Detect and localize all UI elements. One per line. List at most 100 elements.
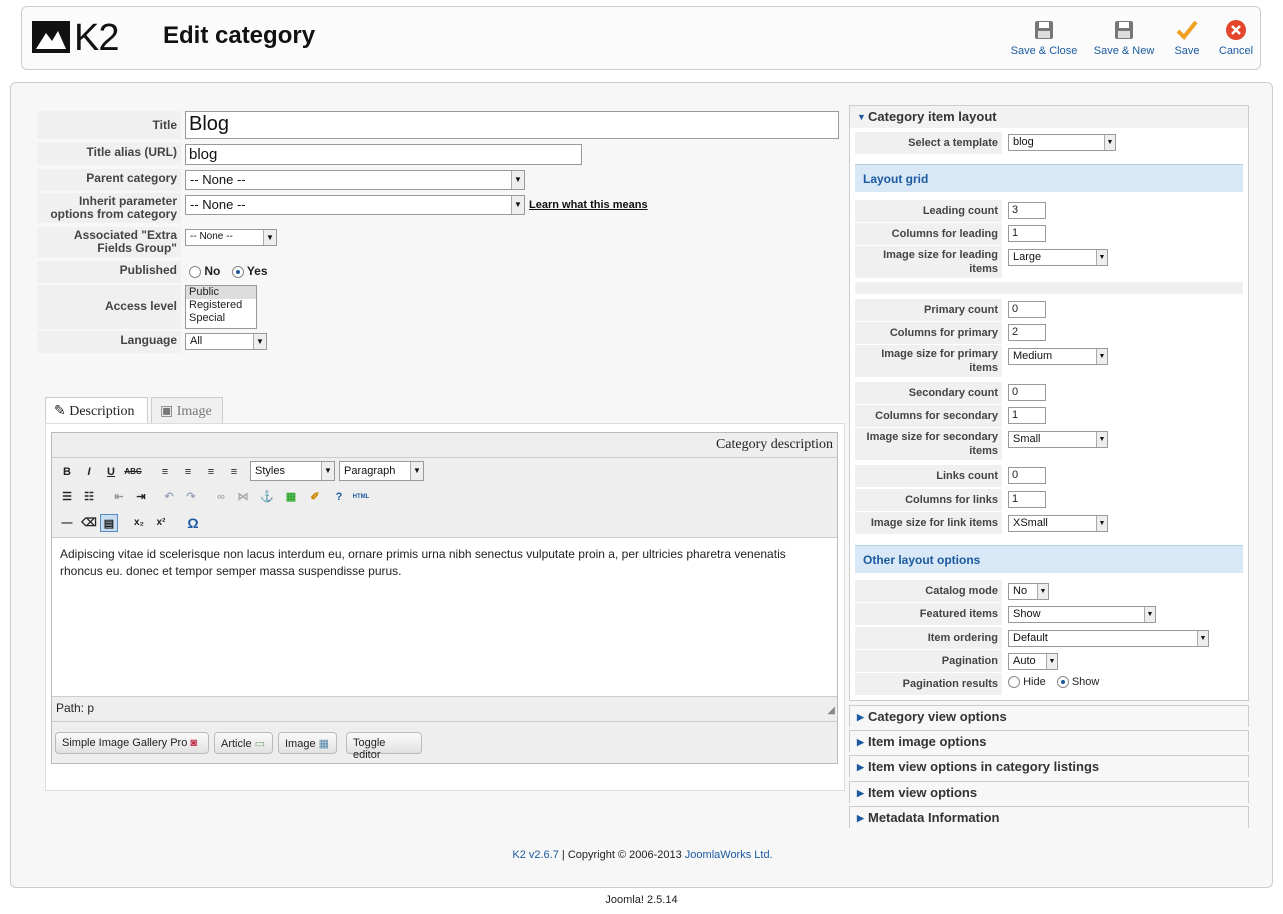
- links-count-input[interactable]: 0: [1008, 467, 1046, 484]
- html-source-icon[interactable]: HTML: [352, 488, 370, 506]
- tab-image[interactable]: ▣ Image: [151, 397, 223, 423]
- undo-icon[interactable]: ↶: [160, 488, 178, 506]
- columns-secondary-input[interactable]: 1: [1008, 407, 1046, 424]
- dropdown-arrow-icon: ▼: [1197, 631, 1208, 646]
- pagination-label: Pagination: [855, 650, 1002, 672]
- align-left-icon[interactable]: ≡: [156, 463, 174, 481]
- redo-icon[interactable]: ↷: [182, 488, 200, 506]
- catalog-mode-select[interactable]: No ▼: [1008, 583, 1049, 600]
- learn-more-link[interactable]: Learn what this means: [529, 199, 648, 211]
- category-view-options-panel[interactable]: ▶ Category view options: [849, 705, 1249, 728]
- published-label: Published: [37, 261, 181, 283]
- panel-title: Category view options: [868, 709, 1007, 724]
- editor-content[interactable]: Adipiscing vitae id scelerisque non lacu…: [52, 537, 837, 697]
- image-links-value: XSmall: [1013, 517, 1048, 529]
- horizontal-rule-icon[interactable]: —: [58, 514, 76, 532]
- access-option[interactable]: Public: [186, 286, 256, 299]
- outdent-icon[interactable]: ⇤: [110, 488, 128, 506]
- access-option[interactable]: Special: [186, 312, 256, 325]
- title-input[interactable]: Blog: [185, 111, 839, 139]
- strikethrough-icon[interactable]: ABC: [124, 463, 142, 481]
- help-icon[interactable]: ?: [330, 488, 348, 506]
- save-new-button[interactable]: Save & New: [1092, 19, 1156, 57]
- item-view-options-panel[interactable]: ▶ Item view options: [849, 781, 1249, 804]
- article-button[interactable]: Article ▭: [214, 732, 273, 754]
- columns-links-input[interactable]: 1: [1008, 491, 1046, 508]
- access-option[interactable]: Registered: [186, 299, 256, 312]
- inherit-select[interactable]: -- None -- ▼: [185, 195, 525, 215]
- ordering-select[interactable]: Default ▼: [1008, 630, 1209, 647]
- table-icon[interactable]: ▤: [100, 514, 118, 532]
- logo-mark-icon: [32, 21, 70, 53]
- image-primary-label: Image size for primary items: [855, 345, 1002, 377]
- toggle-editor-button[interactable]: Toggle editor: [346, 732, 422, 761]
- pagination-hide-radio[interactable]: [1008, 676, 1020, 689]
- bold-icon[interactable]: B: [58, 463, 76, 481]
- version-link[interactable]: K2 v2.6.7: [512, 849, 558, 861]
- columns-leading-input[interactable]: 1: [1008, 225, 1046, 242]
- cancel-label: Cancel: [1218, 45, 1254, 57]
- save-close-button[interactable]: Save & Close: [1010, 19, 1078, 57]
- article-icon: ▭: [254, 738, 266, 750]
- image-button[interactable]: Image ▦: [278, 732, 337, 754]
- metadata-panel[interactable]: ▶ Metadata Information: [849, 806, 1249, 829]
- columns-primary-input[interactable]: 2: [1008, 324, 1046, 341]
- language-select[interactable]: All ▼: [185, 333, 267, 350]
- pagination-select[interactable]: Auto ▼: [1008, 653, 1058, 670]
- cleanup-icon[interactable]: ✐: [306, 488, 324, 506]
- collapsed-arrow-icon: ▶: [857, 762, 864, 772]
- item-image-options-panel[interactable]: ▶ Item image options: [849, 730, 1249, 753]
- gallery-button[interactable]: Simple Image Gallery Pro ◙: [55, 732, 209, 754]
- company-link[interactable]: JoomlaWorks Ltd.: [685, 849, 773, 861]
- access-listbox[interactable]: Public Registered Special: [185, 285, 257, 329]
- numbered-list-icon[interactable]: ☷: [80, 488, 98, 506]
- published-yes-radio[interactable]: [231, 265, 244, 278]
- editor-buttons: Simple Image Gallery Pro ◙ Article ▭ Ima…: [52, 721, 837, 763]
- save-label: Save: [1174, 45, 1200, 57]
- tab-description[interactable]: ✎ Description: [45, 397, 148, 424]
- bullet-list-icon[interactable]: ☰: [58, 488, 76, 506]
- remove-format-icon[interactable]: ⌫: [80, 514, 98, 532]
- image-leading-select[interactable]: Large ▼: [1008, 249, 1108, 266]
- pagination-show-radio[interactable]: [1056, 676, 1069, 689]
- align-right-icon[interactable]: ≡: [202, 463, 220, 481]
- alias-input[interactable]: blog: [185, 144, 582, 165]
- dropdown-arrow-icon: ▼: [1104, 135, 1115, 150]
- item-view-listing-panel[interactable]: ▶ Item view options in category listings: [849, 755, 1249, 778]
- subscript-icon[interactable]: x₂: [130, 514, 148, 532]
- leading-count-input[interactable]: 3: [1008, 202, 1046, 219]
- published-yes-label: Yes: [246, 264, 268, 278]
- insert-image-icon[interactable]: ▦: [282, 488, 300, 506]
- resize-handle-icon[interactable]: ◢: [827, 705, 835, 716]
- special-char-icon[interactable]: Ω: [184, 514, 202, 532]
- align-center-icon[interactable]: ≡: [179, 463, 197, 481]
- extra-fields-select[interactable]: -- None -- ▼: [185, 229, 277, 246]
- underline-icon[interactable]: U: [102, 463, 120, 481]
- format-select[interactable]: Paragraph ▼: [339, 461, 424, 481]
- leading-count-row: Leading count 3: [855, 200, 1243, 222]
- collapsed-arrow-icon: ▶: [857, 737, 864, 747]
- styles-value: Styles: [255, 465, 285, 477]
- save-button[interactable]: Save: [1170, 19, 1204, 57]
- panel-header[interactable]: ▼ Category item layout: [850, 106, 1248, 128]
- link-icon[interactable]: ∞: [212, 488, 230, 506]
- align-justify-icon[interactable]: ≡: [225, 463, 243, 481]
- anchor-icon[interactable]: ⚓: [258, 488, 276, 506]
- secondary-count-input[interactable]: 0: [1008, 384, 1046, 401]
- article-button-label: Article: [221, 738, 252, 750]
- published-no-radio[interactable]: [189, 265, 201, 278]
- cancel-button[interactable]: Cancel: [1216, 19, 1256, 57]
- primary-count-input[interactable]: 0: [1008, 301, 1046, 318]
- image-links-select[interactable]: XSmall ▼: [1008, 515, 1108, 532]
- unlink-icon[interactable]: ⋈: [234, 488, 252, 506]
- parent-label: Parent category: [37, 169, 181, 191]
- indent-icon[interactable]: ⇥: [132, 488, 150, 506]
- styles-select[interactable]: Styles ▼: [250, 461, 335, 481]
- template-select[interactable]: blog ▼: [1008, 134, 1116, 151]
- italic-icon[interactable]: I: [80, 463, 98, 481]
- superscript-icon[interactable]: x²: [152, 514, 170, 532]
- featured-select[interactable]: Show ▼: [1008, 606, 1156, 623]
- parent-select[interactable]: -- None -- ▼: [185, 170, 525, 190]
- image-secondary-select[interactable]: Small ▼: [1008, 431, 1108, 448]
- image-primary-select[interactable]: Medium ▼: [1008, 348, 1108, 365]
